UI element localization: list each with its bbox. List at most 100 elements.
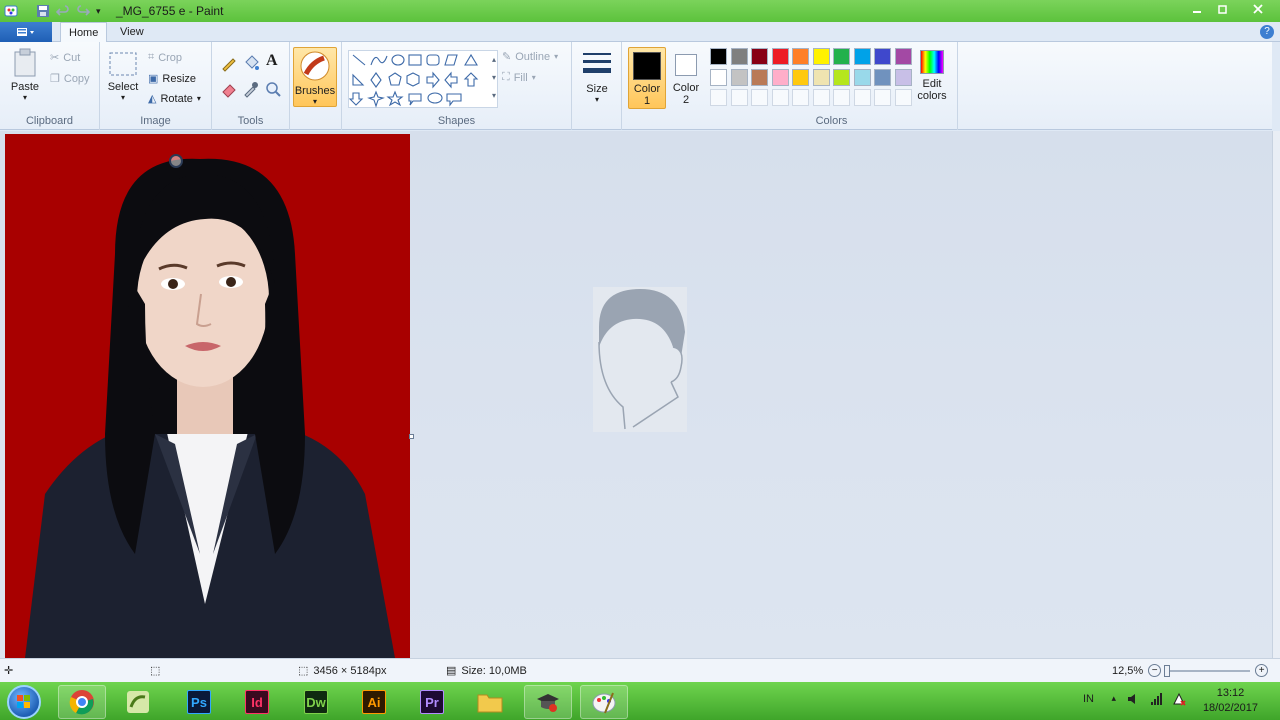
palette-swatch[interactable] xyxy=(771,48,789,65)
taskbar-chrome[interactable] xyxy=(58,685,106,719)
start-button[interactable] xyxy=(7,685,41,719)
palette-swatch[interactable] xyxy=(710,68,727,86)
palette-swatch[interactable] xyxy=(853,89,871,106)
vertical-scrollbar[interactable] xyxy=(1272,131,1280,658)
palette-swatch[interactable] xyxy=(730,89,748,106)
palette-swatch[interactable] xyxy=(853,48,871,65)
palette-swatch[interactable] xyxy=(710,48,727,65)
profile-placeholder-icon xyxy=(593,287,687,432)
edit-colors-button[interactable]: Edit colors xyxy=(914,50,950,102)
taskbar-indesign[interactable]: Id xyxy=(233,685,281,719)
palette-swatch[interactable] xyxy=(710,89,727,106)
palette-swatch[interactable] xyxy=(730,48,748,65)
canvas-area[interactable] xyxy=(0,131,1272,658)
taskbar-dreamweaver[interactable]: Dw xyxy=(292,685,340,719)
outline-button[interactable]: ✎ Outline ▾ xyxy=(502,50,558,64)
clock-time: 13:12 xyxy=(1216,687,1245,699)
tab-view[interactable]: View xyxy=(112,22,152,42)
pencil-icon[interactable] xyxy=(220,54,238,75)
palette-swatch[interactable] xyxy=(894,68,912,86)
palette-swatch[interactable] xyxy=(792,89,809,106)
restore-button[interactable] xyxy=(1210,0,1236,18)
customize-qat-icon[interactable]: ▾ xyxy=(96,4,110,18)
palette-swatch[interactable] xyxy=(894,48,912,65)
selection-icon: ⬚ xyxy=(150,665,161,677)
eraser-icon[interactable] xyxy=(220,80,238,101)
taskbar-premiere[interactable]: Pr xyxy=(408,685,456,719)
palette-swatch[interactable] xyxy=(792,68,809,86)
palette-swatch[interactable] xyxy=(771,68,789,86)
text-tool-icon[interactable]: A xyxy=(266,52,278,70)
save-icon[interactable] xyxy=(36,4,50,18)
palette-swatch[interactable] xyxy=(730,68,748,86)
show-hidden-icons[interactable]: ▴ xyxy=(1111,693,1116,704)
color1-number: 1 xyxy=(643,95,651,107)
photo-canvas[interactable] xyxy=(5,134,410,658)
crop-button[interactable]: ⌗ Crop xyxy=(148,51,182,64)
palette-swatch[interactable] xyxy=(751,48,768,65)
select-dropdown-icon[interactable]: ▾ xyxy=(106,93,140,102)
taskbar-explorer[interactable] xyxy=(466,685,514,719)
tab-home[interactable]: Home xyxy=(60,22,108,43)
palette-swatch[interactable] xyxy=(833,48,850,65)
taskbar-app-8[interactable] xyxy=(524,685,572,719)
redo-icon[interactable] xyxy=(76,4,91,18)
undo-icon[interactable] xyxy=(55,4,70,18)
color2-button[interactable]: Color 2 xyxy=(670,47,702,106)
palette-swatch[interactable] xyxy=(812,89,830,106)
clock[interactable]: 13:12 18/02/2017 xyxy=(1203,686,1258,716)
fill-button[interactable]: ⛶ Fill ▾ xyxy=(502,71,536,84)
palette-swatch[interactable] xyxy=(874,89,891,106)
paste-dropdown-icon[interactable]: ▾ xyxy=(8,93,42,102)
paint-menu-button[interactable] xyxy=(0,22,52,42)
resize-label: Resize xyxy=(162,72,197,85)
palette-swatch[interactable] xyxy=(812,68,830,86)
palette-swatch[interactable] xyxy=(771,89,789,106)
palette-swatch[interactable] xyxy=(853,68,871,86)
paint-app-icon[interactable] xyxy=(4,4,18,18)
brushes-button[interactable]: Brushes ▾ xyxy=(293,47,337,107)
resize-button[interactable]: ▣ Resize xyxy=(148,72,197,86)
palette-swatch[interactable] xyxy=(751,68,768,86)
language-indicator[interactable]: IN xyxy=(1083,693,1094,705)
select-label: Select xyxy=(107,81,139,93)
taskbar-illustrator[interactable]: Ai xyxy=(350,685,398,719)
palette-swatch[interactable] xyxy=(812,48,830,65)
zoom-slider-thumb[interactable] xyxy=(1164,664,1171,677)
shapes-gallery[interactable]: ▴ ▾ ▾ xyxy=(348,50,498,108)
action-center-icon[interactable] xyxy=(1172,692,1186,709)
paste-button[interactable]: Paste ▾ xyxy=(8,48,42,102)
network-icon[interactable] xyxy=(1150,692,1164,709)
color-picker-icon[interactable] xyxy=(242,80,260,101)
color1-button[interactable]: Color 1 xyxy=(628,47,666,109)
cut-button[interactable]: ✂ Cut xyxy=(50,51,80,65)
select-button[interactable]: Select ▾ xyxy=(106,50,140,102)
palette-swatch[interactable] xyxy=(833,68,850,86)
rotate-button[interactable]: ◭ Rotate ▾ xyxy=(148,92,201,106)
fill-bucket-icon[interactable] xyxy=(242,54,260,75)
minimize-button[interactable] xyxy=(1184,0,1210,18)
palette-swatch[interactable] xyxy=(792,48,809,65)
magnifier-icon[interactable] xyxy=(264,80,282,101)
colors-group: Edit colors Colors xyxy=(706,42,958,130)
zoom-slider[interactable] xyxy=(1164,664,1251,677)
size-button[interactable]: Size ▾ xyxy=(580,50,614,104)
volume-icon[interactable] xyxy=(1126,692,1140,709)
taskbar-bridge[interactable] xyxy=(114,685,162,719)
palette-swatch[interactable] xyxy=(874,48,891,65)
close-button[interactable] xyxy=(1236,0,1280,18)
palette-swatch[interactable] xyxy=(874,68,891,86)
copy-button[interactable]: ❐ Copy xyxy=(50,72,90,86)
zoom-in-icon[interactable]: + xyxy=(1255,664,1269,677)
palette-swatch[interactable] xyxy=(833,89,850,106)
palette-swatch[interactable] xyxy=(894,89,912,106)
zoom-out-icon[interactable]: − xyxy=(1148,664,1162,677)
taskbar-paint[interactable] xyxy=(580,685,628,719)
shapes-scroll-icon[interactable]: ▴ ▾ ▾ xyxy=(489,51,499,109)
canvas-resize-handle[interactable] xyxy=(409,434,414,439)
taskbar-photoshop[interactable]: Ps xyxy=(175,685,223,719)
palette-swatch[interactable] xyxy=(751,89,768,106)
rainbow-icon xyxy=(920,50,944,74)
image-group-label: Image xyxy=(140,115,171,127)
help-icon[interactable]: ? xyxy=(1260,25,1274,39)
